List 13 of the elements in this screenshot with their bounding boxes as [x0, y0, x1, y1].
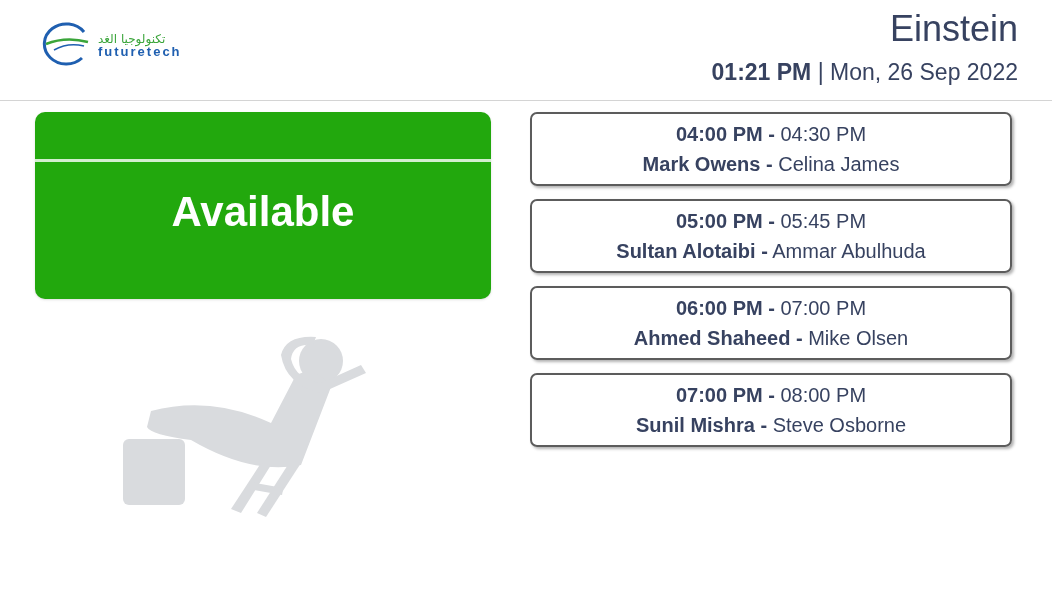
meeting-time: 07:00 PM - 08:00 PM	[675, 383, 867, 408]
status-label: Available	[170, 187, 356, 237]
logo-arabic-text: تكنولوجيا الغد	[98, 32, 166, 45]
date-time: 01:21 PM | Mon, 26 Sep 2022	[711, 58, 1018, 87]
meeting-time: 04:00 PM - 04:30 PM	[675, 122, 867, 147]
meeting-people: Mark Owens - Celina James	[642, 152, 900, 177]
logo-text: futuretech	[98, 44, 182, 58]
meeting-people: Sultan Alotaibi - Ammar Abulhuda	[616, 239, 926, 264]
meeting-people: Sunil Mishra - Steve Osborne	[635, 413, 907, 438]
meeting-people: Ahmed Shaheed - Mike Olsen	[633, 326, 909, 351]
meeting-time: 06:00 PM - 07:00 PM	[675, 296, 867, 321]
room-name: Einstein	[889, 7, 1018, 51]
meeting-time: 05:00 PM - 05:45 PM	[675, 209, 867, 234]
